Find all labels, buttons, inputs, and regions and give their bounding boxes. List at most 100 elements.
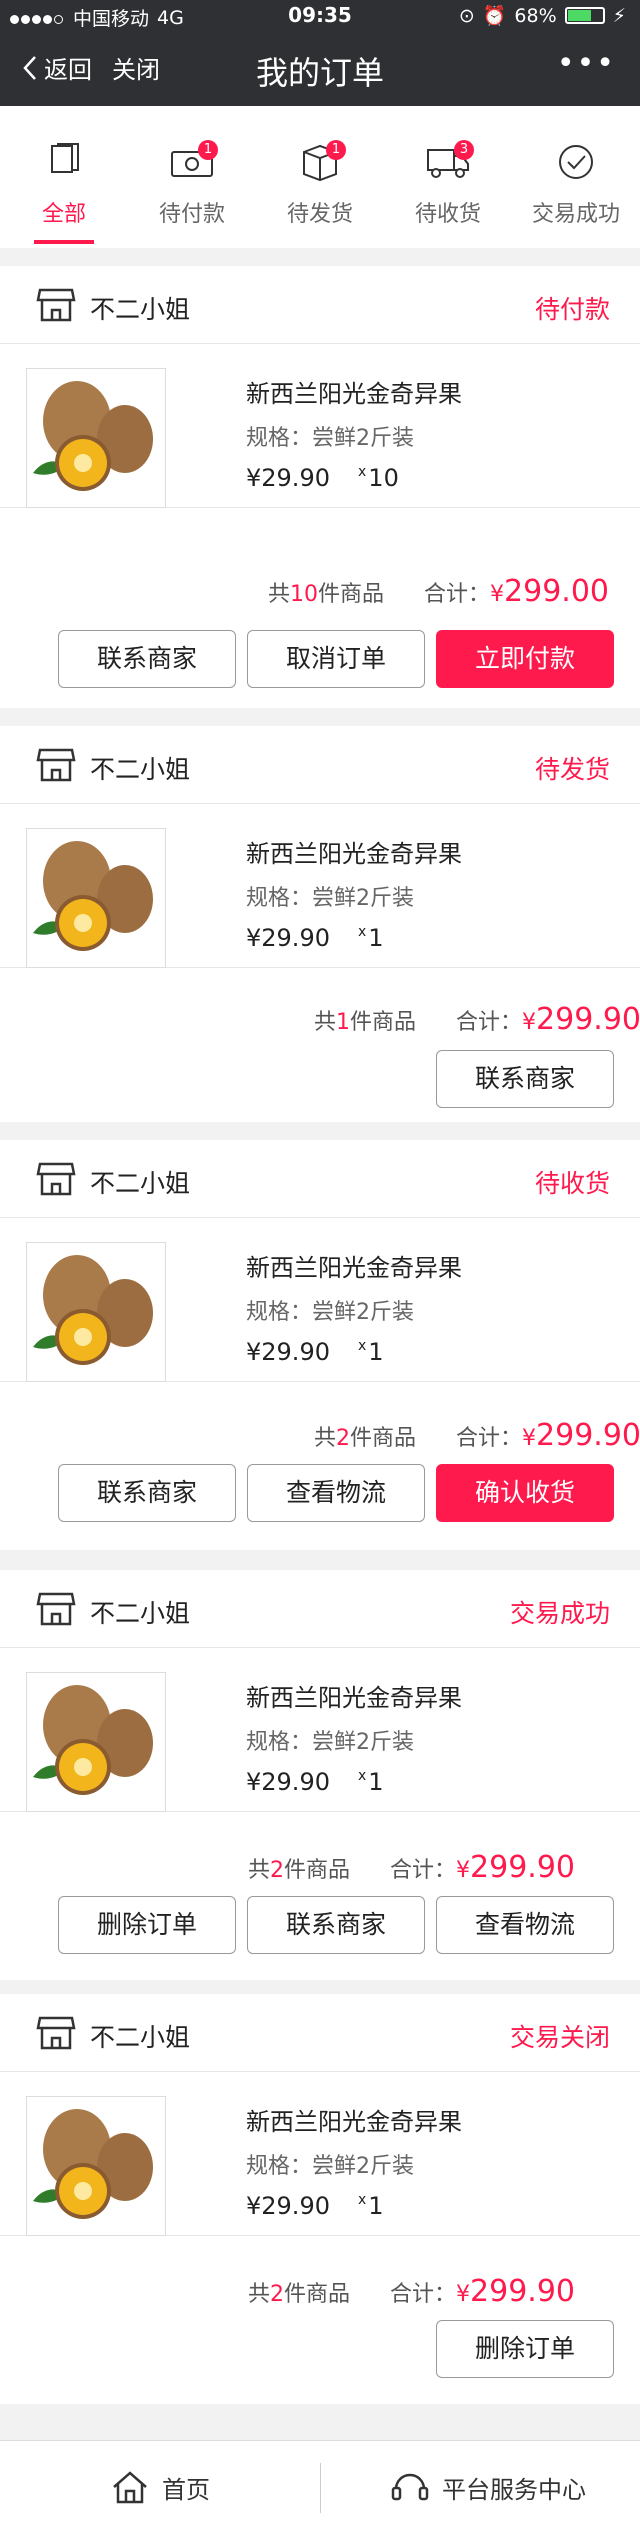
product-thumbnail: [26, 2096, 166, 2236]
active-tab-indicator: [34, 240, 94, 244]
status-right: ⊙ ⏰ 68% ⚡: [459, 4, 626, 28]
product-row[interactable]: 新西兰阳光金奇异果 规格：尝鲜2斤装 ¥29.90 x10: [0, 344, 640, 508]
order-header[interactable]: 不二小姐 待付款: [0, 266, 640, 344]
bottom-divider: [320, 2463, 321, 2513]
product-row[interactable]: 新西兰阳光金奇异果 规格：尝鲜2斤装 ¥29.90 x1: [0, 804, 640, 968]
kiwi-product-image: [33, 841, 153, 951]
tab-badge: 3: [454, 140, 474, 160]
order-action-button[interactable]: 查看物流: [247, 1464, 425, 1522]
order-header[interactable]: 不二小姐 交易关闭: [0, 1994, 640, 2072]
product-spec: 规格：尝鲜2斤装: [246, 1300, 414, 1325]
order-status: 待收货: [534, 1169, 610, 1198]
total-label: 合计：: [456, 1010, 523, 1035]
store-name: 不二小姐: [90, 295, 191, 324]
tab-label: 交易成功: [531, 202, 620, 227]
service-center-button[interactable]: 平台服务中心: [390, 2469, 586, 2505]
item-count: 1: [336, 1010, 351, 1035]
order-action-button[interactable]: 联系商家: [58, 630, 236, 688]
product-quantity: x1: [358, 2192, 384, 2220]
tab-pending-payment[interactable]: 1 待付款: [128, 106, 256, 248]
order-status: 待付款: [534, 295, 610, 324]
top-bar: 中国移动 4G 09:35 ⊙ ⏰ 68% ⚡ 返回 关闭 我的订单 •••: [0, 0, 640, 106]
product-row[interactable]: 新西兰阳光金奇异果 规格：尝鲜2斤装 ¥29.90 x1: [0, 1218, 640, 1382]
summary-prefix: 共: [248, 2282, 271, 2307]
order-action-button[interactable]: 联系商家: [58, 1464, 236, 1522]
order-summary: 共1件商品 合计：¥299.90: [314, 1002, 640, 1037]
summary-suffix: 件商品: [350, 1010, 417, 1035]
order-status: 待发货: [534, 755, 610, 784]
product-spec: 规格：尝鲜2斤装: [246, 2154, 414, 2179]
quantity-x: x: [358, 1338, 367, 1354]
product-thumbnail: [26, 828, 166, 968]
order-action-button[interactable]: 立即付款: [436, 630, 614, 688]
order-card: 不二小姐 交易关闭 新西兰阳光金奇异果 规格：尝鲜2斤装 ¥29.90 x1 共2件商品 合计…: [0, 1994, 640, 2404]
order-header[interactable]: 不二小姐 交易成功: [0, 1570, 640, 1648]
order-total: 299.90: [470, 1850, 576, 1885]
quantity-value: 10: [368, 464, 399, 492]
item-count: 2: [270, 2282, 285, 2307]
kiwi-product-image: [33, 381, 153, 491]
total-label: 合计：: [390, 1858, 457, 1883]
order-total: 299.90: [470, 2274, 576, 2309]
order-action-button[interactable]: 删除订单: [58, 1896, 236, 1954]
quantity-x: x: [358, 2192, 367, 2208]
summary-suffix: 件商品: [318, 582, 385, 607]
product-price: ¥29.90: [246, 2192, 330, 2220]
kiwi-product-image: [33, 1685, 153, 1795]
product-price: ¥29.90: [246, 1768, 330, 1796]
order-action-button[interactable]: 确认收货: [436, 1464, 614, 1522]
total-label: 合计：: [456, 1426, 523, 1451]
order-status: 交易成功: [509, 1599, 610, 1628]
tab-badge: 1: [326, 140, 346, 160]
tab-pending-shipment[interactable]: 1 待发货: [256, 106, 384, 248]
summary-prefix: 共: [268, 582, 291, 607]
order-summary: 共2件商品 合计：¥299.90: [248, 2274, 575, 2309]
order-summary: 共2件商品 合计：¥299.90: [314, 1418, 640, 1453]
order-header[interactable]: 不二小姐 待发货: [0, 726, 640, 804]
tab-all[interactable]: 全部: [0, 106, 128, 248]
nav-bar: 返回 关闭 我的订单 •••: [0, 36, 640, 102]
more-button[interactable]: •••: [557, 46, 616, 81]
order-action-button[interactable]: 取消订单: [247, 630, 425, 688]
order-action-button[interactable]: 删除订单: [436, 2320, 614, 2378]
quantity-x: x: [358, 1768, 367, 1784]
page-title: 我的订单: [255, 54, 384, 92]
order-header[interactable]: 不二小姐 待收货: [0, 1140, 640, 1218]
tab-label: 待发货: [286, 202, 353, 227]
product-row[interactable]: 新西兰阳光金奇异果 规格：尝鲜2斤装 ¥29.90 x1: [0, 2072, 640, 2236]
order-summary: 共2件商品 合计：¥299.90: [248, 1850, 575, 1885]
product-thumbnail: [26, 368, 166, 508]
headset-icon: [391, 2473, 429, 2501]
order-card: 不二小姐 待付款新西兰阳光金奇异果 规格：尝鲜2斤装 ¥29.90 x10 共10件商品合…: [0, 266, 640, 708]
store-icon: [36, 288, 76, 322]
bottom-bar: 首页 平台服务中心: [0, 2440, 640, 2536]
tab-completed[interactable]: 交易成功: [512, 106, 640, 248]
home-button[interactable]: 首页: [110, 2469, 210, 2505]
product-row[interactable]: 新西兰阳光金奇异果 规格：尝鲜2斤装 ¥29.90 x1: [0, 1648, 640, 1812]
store-name: 不二小姐: [90, 755, 191, 784]
store-icon: [36, 748, 76, 782]
item-count: 2: [336, 1426, 351, 1451]
order-card: 不二小姐 交易成功 新西兰阳光金奇异果 规格：尝鲜2斤装 ¥29.90 x1 共2件商品 合计…: [0, 1570, 640, 1980]
tab-pending-receipt[interactable]: 3 待收货: [384, 106, 512, 248]
quantity-value: 1: [368, 1338, 384, 1366]
check-circle-icon: [559, 145, 593, 179]
store-icon: [36, 1592, 76, 1626]
order-action-button[interactable]: 联系商家: [247, 1896, 425, 1954]
alarm-icon: ⏰: [482, 5, 507, 27]
home-label: 首页: [162, 2475, 210, 2504]
order-summary: 共10件商品 合计：¥299.00: [268, 574, 609, 609]
order-action-button[interactable]: 查看物流: [436, 1896, 614, 1954]
order-card: 不二小姐 待收货 新西兰阳光金奇异果 规格：尝鲜2斤装 ¥29.90 x1 共2件商品 合计：…: [0, 1140, 640, 1550]
product-quantity: x1: [358, 1338, 384, 1366]
order-tabs: 全部 1 待付款 1 待发货 3 待收货 交易成功: [0, 106, 640, 248]
order-action-button[interactable]: 联系商家: [436, 1050, 614, 1108]
summary-prefix: 共: [314, 1010, 337, 1035]
battery-percent: 68%: [514, 4, 557, 27]
tab-badge: 1: [198, 140, 218, 160]
product-name: 新西兰阳光金奇异果: [246, 1684, 462, 1712]
item-count: 10: [290, 582, 319, 607]
product-quantity: x1: [358, 1768, 384, 1796]
order-status: 交易关闭: [509, 2023, 610, 2052]
tab-label: 全部: [41, 202, 86, 227]
